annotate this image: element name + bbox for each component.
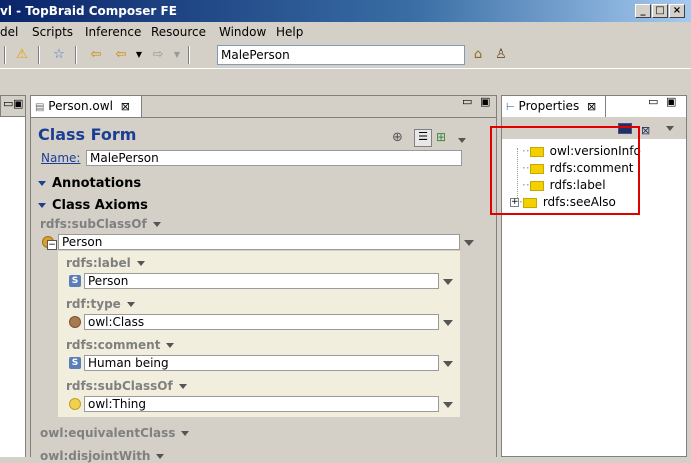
equivalentclass-label: owl:equivalentClass [40, 426, 176, 440]
minimize-view-icon[interactable]: ▭ [3, 97, 13, 110]
left-panel [0, 117, 26, 457]
form-menu-icon[interactable] [458, 133, 466, 147]
toolbar-area [0, 68, 691, 95]
bookmark-star-icon[interactable]: ☆ [51, 47, 67, 63]
title-bar: vl - TopBraid Composer FE _ □ × [0, 0, 691, 22]
properties-view-menu-icon[interactable] [666, 121, 674, 135]
forward-dropdown-icon[interactable]: ▼ [169, 47, 185, 63]
nested-label-field[interactable]: Person [84, 273, 439, 289]
equivalentclass-menu-icon[interactable] [181, 431, 190, 436]
forward-icon[interactable]: ⇨ [150, 47, 166, 63]
delete-property-icon[interactable]: ⊠ [641, 124, 650, 137]
maximize-editor-icon[interactable]: ▣ [480, 95, 490, 108]
comment-dropdown-icon[interactable] [443, 361, 453, 367]
annotations-label: Annotations [52, 176, 142, 191]
equivalentclass-property[interactable]: owl:equivalentClass [40, 426, 190, 440]
nested-subclassof-property[interactable]: rdfs:subClassOf [66, 379, 187, 393]
subclassof-dropdown-icon[interactable] [464, 240, 474, 246]
user-icon[interactable]: ♙ [493, 47, 509, 63]
toolbar-separator [4, 46, 6, 64]
warning-icon[interactable]: ⚠ [14, 47, 30, 63]
highlight-box [490, 126, 640, 215]
back-dropdown-icon[interactable]: ▼ [131, 47, 147, 63]
layout-grid-icon[interactable]: ⊞ [436, 130, 446, 144]
minimize-editor-icon[interactable]: ▭ [462, 95, 472, 108]
string-type-icon: S [69, 357, 81, 369]
menu-model[interactable]: del [0, 25, 18, 39]
toolbar-separator [75, 46, 77, 64]
close-tab-icon[interactable]: ⊠ [121, 100, 130, 113]
tab-label: Person.owl [48, 99, 113, 113]
properties-tree-icon: ⊢ [506, 102, 515, 113]
nested-subclassof-prop: rdfs:subClassOf [66, 379, 173, 393]
toolbar-separator [188, 46, 190, 64]
tab-properties[interactable]: ⊢ Properties ⊠ [501, 95, 606, 117]
comment-menu-icon[interactable] [166, 343, 175, 348]
nested-subclassof-dropdown-icon[interactable] [443, 402, 453, 408]
close-tab-icon[interactable]: ⊠ [587, 100, 596, 113]
menu-scripts[interactable]: Scripts [32, 25, 73, 39]
nested-label-prop: rdfs:label [66, 256, 131, 270]
subclassof-label: rdfs:subClassOf [40, 217, 147, 231]
disjointwith-property[interactable]: owl:disjointWith [40, 449, 165, 463]
collapse-icon[interactable]: − [47, 240, 57, 250]
add-widget-icon[interactable]: ⊕ [392, 130, 403, 145]
type-dropdown-icon[interactable] [443, 320, 453, 326]
toolbar: ⚠ ☆ ⇦ ⇦ ▼ ⇨ ▼ MalePerson ⌂ ♙ [0, 42, 691, 103]
maximize-button[interactable]: □ [652, 4, 668, 18]
expand-annotations-icon [38, 181, 46, 186]
menu-window[interactable]: Window [219, 25, 266, 39]
menu-bar: del Scripts Inference Resource Window He… [0, 22, 691, 42]
nested-label-property[interactable]: rdfs:label [66, 256, 145, 270]
window-title: vl - TopBraid Composer FE [0, 4, 177, 18]
resource-search-input[interactable]: MalePerson [217, 45, 465, 65]
nested-comment-property[interactable]: rdfs:comment [66, 338, 175, 352]
disjointwith-label: owl:disjointWith [40, 449, 151, 463]
label-dropdown-icon[interactable] [443, 279, 453, 285]
nested-type-prop: rdf:type [66, 297, 121, 311]
string-type-icon: S [69, 275, 81, 287]
type-menu-icon[interactable] [126, 302, 135, 307]
expand-class-axioms-icon [38, 203, 46, 208]
subclassof-property[interactable]: rdfs:subClassOf [40, 217, 161, 231]
back-history-icon[interactable]: ⇦ [88, 47, 104, 63]
annotations-section[interactable]: Annotations [38, 176, 141, 191]
back-icon[interactable]: ⇦ [113, 47, 129, 63]
class-icon [69, 316, 81, 328]
nested-comment-prop: rdfs:comment [66, 338, 161, 352]
left-panel-header: ▭ ▣ [0, 95, 26, 117]
nested-subclassof-field[interactable]: owl:Thing [84, 396, 439, 412]
menu-resource[interactable]: Resource [151, 25, 206, 39]
class-axioms-label: Class Axioms [52, 198, 148, 213]
properties-tab-label: Properties [518, 99, 580, 113]
nested-type-field[interactable]: owl:Class [84, 314, 439, 330]
home-icon[interactable]: ⌂ [470, 47, 486, 63]
close-button[interactable]: × [669, 4, 685, 18]
name-label[interactable]: Name: [41, 151, 80, 165]
class-axioms-section[interactable]: Class Axioms [38, 198, 148, 213]
nested-type-property[interactable]: rdf:type [66, 297, 135, 311]
subclassof-menu-icon[interactable] [152, 222, 161, 227]
ontology-file-icon: ▤ [35, 102, 45, 113]
page-title: Class Form [38, 125, 137, 144]
nested-subclassof-menu-icon[interactable] [178, 384, 187, 389]
maximize-properties-icon[interactable]: ▣ [666, 95, 676, 108]
nested-comment-field[interactable]: Human being [84, 355, 439, 371]
name-field[interactable]: MalePerson [86, 150, 462, 166]
minimize-button[interactable]: _ [635, 4, 651, 18]
layout-list-icon[interactable]: ☰ [414, 129, 432, 147]
menu-help[interactable]: Help [276, 25, 303, 39]
label-menu-icon[interactable] [136, 261, 145, 266]
menu-inference[interactable]: Inference [85, 25, 141, 39]
minimize-properties-icon[interactable]: ▭ [648, 95, 658, 108]
maximize-view-icon[interactable]: ▣ [13, 97, 23, 110]
tab-person-owl[interactable]: ▤ Person.owl ⊠ [30, 95, 142, 117]
subclassof-value-field[interactable]: Person [58, 234, 460, 250]
toolbar-separator [38, 46, 40, 64]
thing-class-icon [69, 398, 81, 410]
